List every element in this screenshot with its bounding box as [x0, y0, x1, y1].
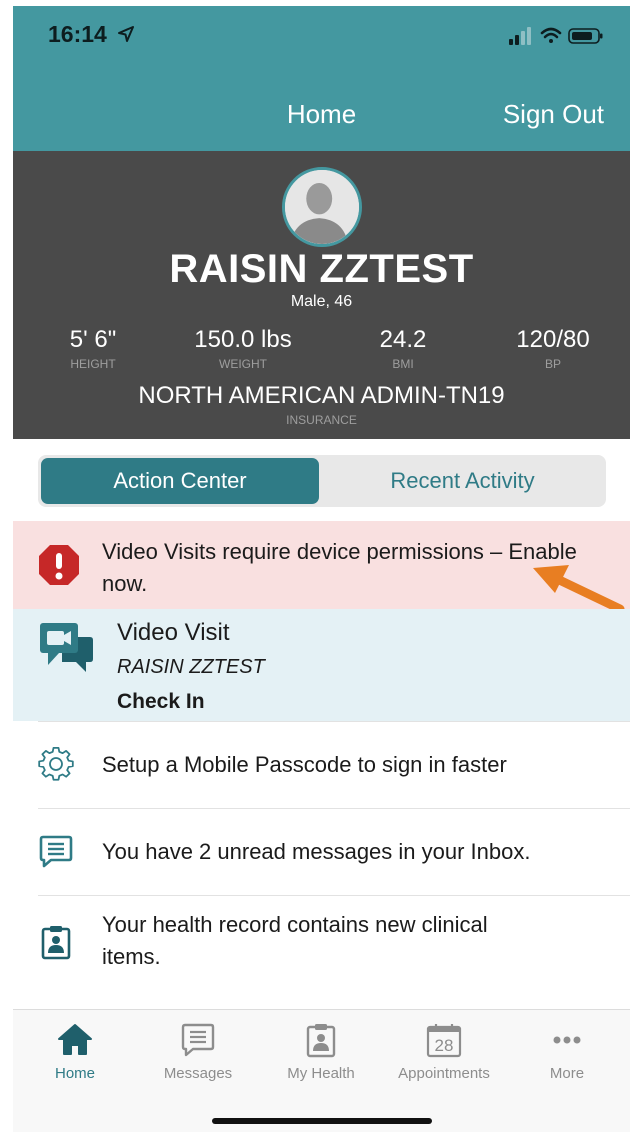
tab-more[interactable]: More [512, 1022, 622, 1082]
stat-label: BP [544, 357, 561, 371]
calendar-day: 28 [435, 1036, 454, 1055]
tab-appointments[interactable]: 28 Appointments [389, 1022, 499, 1082]
tab-messages[interactable]: Messages [143, 1022, 253, 1082]
insurance-label: INSURANCE [286, 413, 357, 427]
sign-out-button[interactable]: Sign Out [503, 99, 604, 130]
tab-action-center[interactable]: Action Center [41, 458, 319, 504]
stat-value: 150.0 lbs [194, 326, 292, 353]
home-icon [58, 1024, 92, 1055]
stat-height: 5' 6" HEIGHT [53, 326, 133, 371]
avatar[interactable] [282, 167, 362, 247]
tab-label: Messages [163, 1065, 233, 1082]
tab-label: Home [54, 1065, 95, 1082]
status-time: 16:14 [48, 21, 107, 47]
action-item-messages[interactable]: You have 2 unread messages in your Inbox… [13, 809, 630, 895]
stat-label: WEIGHT [219, 357, 267, 371]
video-chat-icon [40, 623, 93, 672]
message-icon [39, 835, 73, 868]
my-health-icon [306, 1024, 336, 1058]
insurance-value: NORTH AMERICAN ADMIN-TN19 [138, 382, 505, 409]
stat-value: 24.2 [379, 326, 427, 353]
alert-message: Video Visits require device permissions … [102, 539, 577, 596]
video-visit-card[interactable]: Video Visit RAISIN ZZTEST Check In [13, 609, 630, 721]
annotation-arrow-icon [533, 565, 625, 614]
stat-bp: 120/80 BP [503, 326, 603, 371]
stat-weight: 150.0 lbs WEIGHT [178, 326, 308, 371]
tab-my-health[interactable]: My Health [266, 1022, 376, 1082]
action-item-passcode[interactable]: Setup a Mobile Passcode to sign in faste… [13, 722, 630, 808]
more-icon [553, 1036, 581, 1044]
battery-icon [568, 28, 603, 44]
stat-label: HEIGHT [70, 357, 116, 371]
location-arrow-icon [118, 26, 134, 42]
tab-home[interactable]: Home [20, 1022, 130, 1082]
stat-value: 5' 6" [69, 326, 117, 353]
tab-label: Appointments [398, 1065, 490, 1082]
action-item-text: Your health record contains new clinical… [102, 912, 488, 969]
stat-label: BMI [392, 357, 414, 371]
stat-bmi: 24.2 BMI [358, 326, 448, 371]
user-silhouette-icon [285, 170, 359, 244]
health-record-icon [41, 926, 71, 960]
phone-screen: 16:14 Home Sign Out RAISIN ZZTEST Male, … [13, 6, 630, 1132]
header-bar: 16:14 Home Sign Out [13, 6, 630, 151]
action-item-health-record[interactable]: Your health record contains new clinical… [13, 896, 630, 996]
status-icons [509, 27, 603, 45]
home-indicator[interactable] [212, 1118, 432, 1124]
messages-icon [181, 1023, 215, 1057]
insurance-info: NORTH AMERICAN ADMIN-TN19 INSURANCE [13, 382, 630, 427]
patient-name: RAISIN ZZTEST [169, 247, 474, 291]
visit-patient: RAISIN ZZTEST [117, 656, 265, 678]
signal-icon [509, 27, 531, 45]
patient-demographics: Male, 46 [290, 293, 353, 310]
calendar-icon: 28 [426, 1024, 462, 1058]
visit-title: Video Visit [117, 619, 230, 646]
tab-label: My Health [287, 1065, 355, 1082]
gear-icon [38, 747, 74, 781]
warning-octagon-icon [39, 545, 79, 585]
wifi-icon [540, 27, 562, 43]
segmented-control: Action Center Recent Activity [38, 455, 606, 507]
action-item-text: Setup a Mobile Passcode to sign in faste… [102, 752, 507, 777]
check-in-button[interactable]: Check In [117, 690, 205, 714]
stat-value: 120/80 [516, 326, 590, 353]
patient-profile: RAISIN ZZTEST Male, 46 5' 6" HEIGHT 150.… [13, 151, 630, 439]
tab-bar: Home Messages My Health 28 Appointments … [13, 1009, 630, 1132]
action-item-text: You have 2 unread messages in your Inbox… [102, 839, 531, 864]
tab-recent-activity[interactable]: Recent Activity [322, 458, 603, 504]
tab-label: More [549, 1065, 585, 1082]
